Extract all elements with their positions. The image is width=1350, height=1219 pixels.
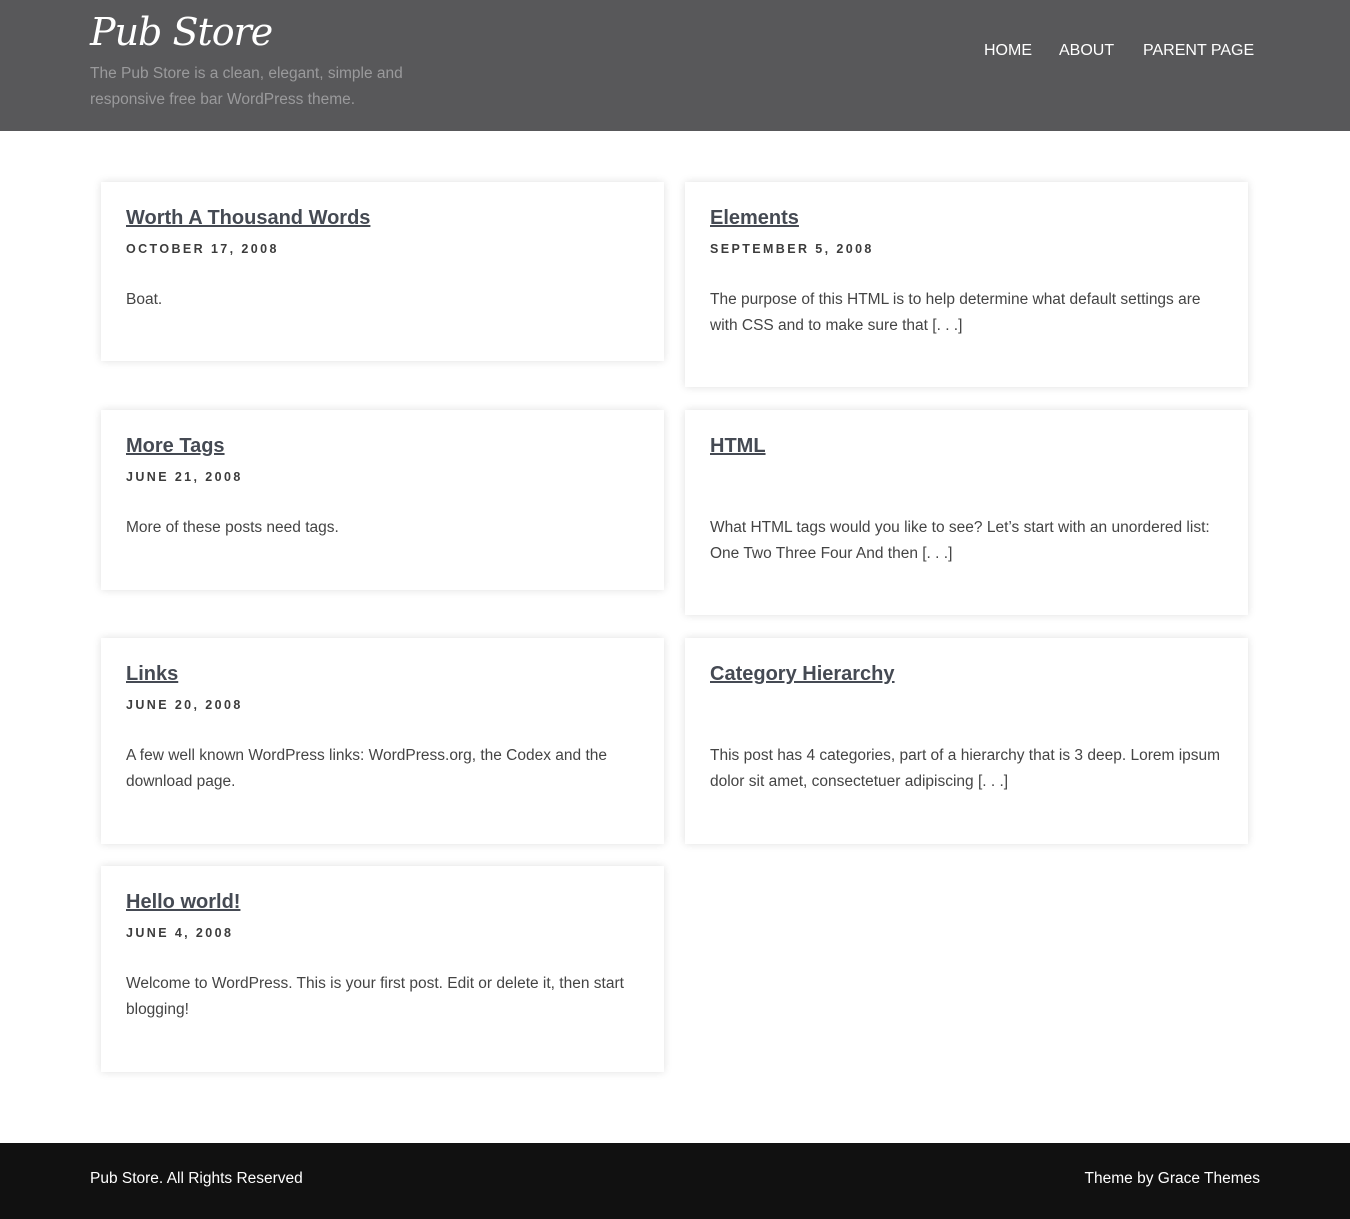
post-excerpt: More of these posts need tags. (126, 519, 339, 536)
post-excerpt: The purpose of this HTML is to help dete… (710, 291, 1201, 334)
site-description: The Pub Store is a clean, elegant, simpl… (90, 65, 403, 108)
post-date: SEPTEMBER 5, 2008 (710, 242, 874, 256)
post-card: Worth A Thousand Words OCTOBER 17, 2008 … (101, 182, 664, 361)
post-card: HTML What HTML tags would you like to se… (685, 410, 1248, 615)
post-excerpt: What HTML tags would you like to see? Le… (710, 519, 1210, 562)
nav-parent-page[interactable]: PARENT PAGE (1143, 42, 1254, 60)
main-nav: HOME ABOUT PARENT PAGE (0, 42, 1350, 64)
post-excerpt: Boat. (126, 291, 163, 308)
post-title-link[interactable]: HTML (710, 433, 1223, 459)
post-date: JUNE 4, 2008 (126, 926, 234, 940)
post-title-link[interactable]: Links (126, 661, 639, 687)
post-card: More Tags JUNE 21, 2008 More of these po… (101, 410, 664, 590)
post-title-link[interactable]: Worth A Thousand Words (126, 205, 639, 231)
post-date: OCTOBER 17, 2008 (126, 242, 279, 256)
nav-home[interactable]: HOME (984, 42, 1032, 60)
post-date (710, 470, 1223, 484)
site-header: Pub Store The Pub Store is a clean, eleg… (0, 0, 1350, 131)
post-title-link[interactable]: Category Hierarchy (710, 661, 1223, 687)
post-date (710, 698, 1223, 712)
post-card: Elements SEPTEMBER 5, 2008 The purpose o… (685, 182, 1248, 387)
post-date: JUNE 21, 2008 (126, 470, 243, 484)
post-date: JUNE 20, 2008 (126, 698, 243, 712)
post-title-link[interactable]: More Tags (126, 433, 639, 459)
post-title-link[interactable]: Hello world! (126, 889, 639, 915)
post-excerpt: A few well known WordPress links: WordPr… (126, 747, 608, 790)
post-card: Links JUNE 20, 2008 A few well known Wor… (101, 638, 664, 844)
site-footer: Pub Store. All Rights Reserved Theme by … (0, 1143, 1350, 1219)
post-excerpt: Welcome to WordPress. This is your first… (126, 975, 624, 1018)
post-card: Category Hierarchy This post has 4 categ… (685, 638, 1248, 844)
post-title-link[interactable]: Elements (710, 205, 1223, 231)
post-card: Hello world! JUNE 4, 2008 Welcome to Wor… (101, 866, 664, 1072)
footer-copyright: Pub Store. All Rights Reserved (90, 1170, 303, 1187)
footer-credit: Theme by Grace Themes (1084, 1170, 1260, 1187)
nav-about[interactable]: ABOUT (1059, 42, 1114, 60)
post-excerpt: This post has 4 categories, part of a hi… (710, 747, 1221, 790)
